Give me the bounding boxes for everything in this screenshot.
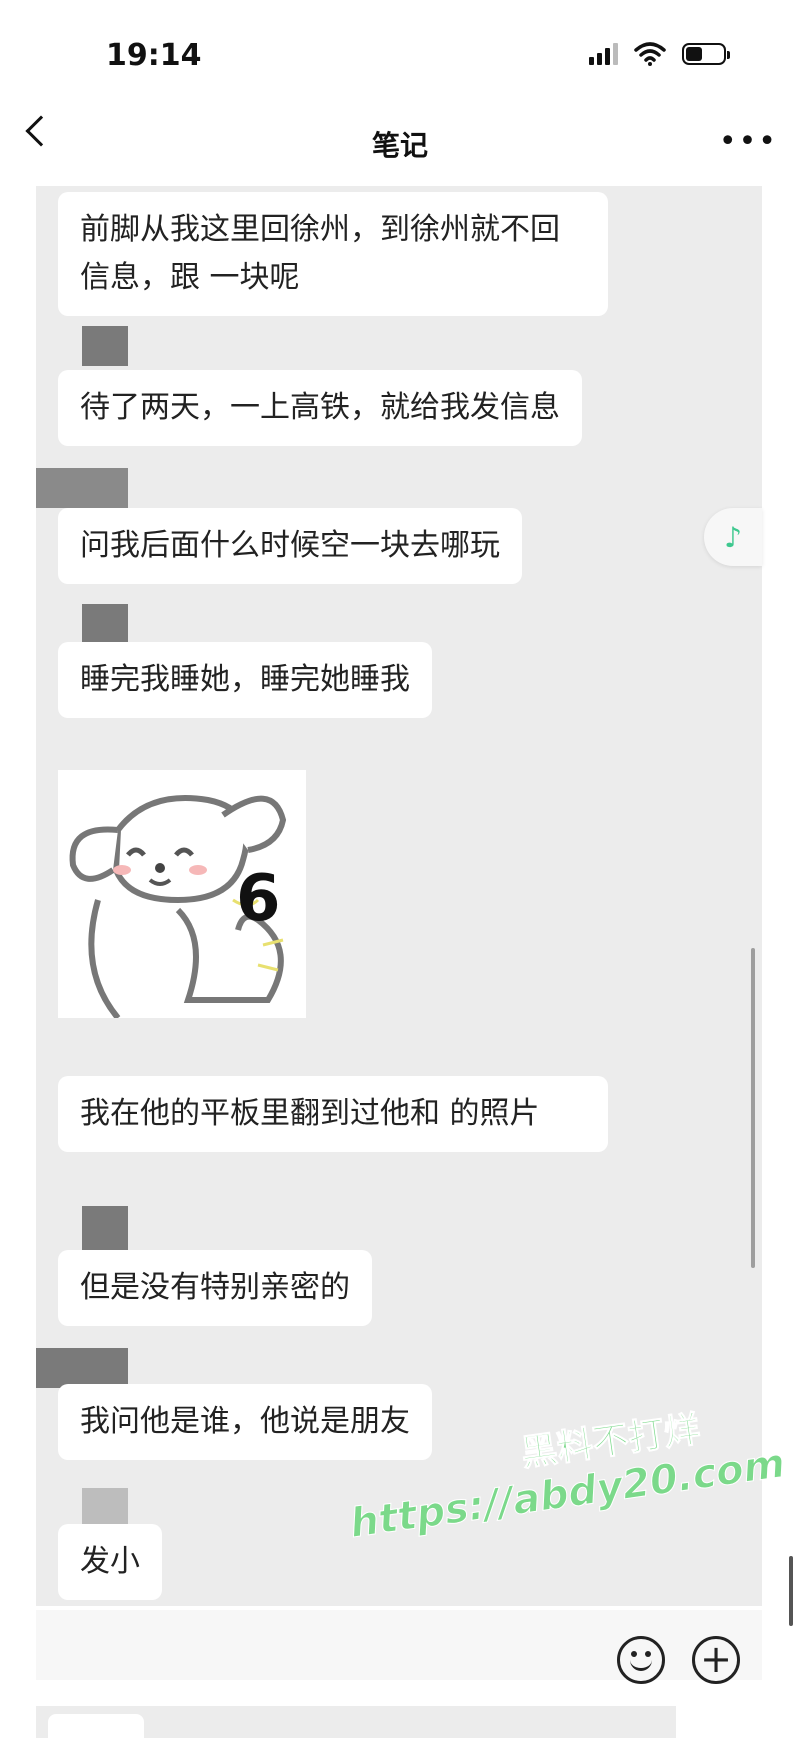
bottom-tab[interactable] — [48, 1714, 144, 1738]
sticker-label: 6 — [236, 862, 281, 936]
avatar — [36, 468, 128, 508]
avatar — [82, 326, 128, 366]
dog-thumbs-up-sticker: 6 — [69, 795, 287, 1020]
status-time: 19:14 — [106, 38, 202, 73]
status-icons — [589, 42, 730, 66]
message-bubble: 前脚从我这里回徐州，到徐州就不回信息，跟 一块呢 — [58, 192, 608, 316]
message-text: 我问他是谁，他说是朋友 — [80, 1404, 410, 1439]
message-text: 待了两天，一上高铁，就给我发信息 — [80, 390, 560, 425]
music-note-icon[interactable]: ♪ — [704, 508, 762, 566]
message-bubble: 发小 — [58, 1524, 162, 1600]
avatar — [36, 1348, 128, 1388]
message-bubble: 待了两天，一上高铁，就给我发信息 — [58, 370, 582, 446]
message-text: 前脚从我这里回徐州，到徐州就不回信息，跟 一块呢 — [80, 212, 560, 295]
scrollbar[interactable] — [751, 948, 755, 1268]
avatar — [82, 1488, 128, 1528]
message-bubble: 问我后面什么时候空一块去哪玩 — [58, 508, 522, 584]
avatar — [82, 604, 128, 644]
message-text: 但是没有特别亲密的 — [80, 1270, 350, 1305]
message-bubble: 我在他的平板里翻到过他和 的照片 — [58, 1076, 608, 1152]
more-options-icon[interactable]: ••• — [719, 124, 778, 159]
sticker-image: 6 — [58, 770, 306, 1020]
message-text: 问我后面什么时候空一块去哪玩 — [80, 528, 500, 563]
plus-icon[interactable]: + — [692, 1636, 740, 1684]
scrollbar[interactable] — [789, 1556, 793, 1626]
message-text: 我在他的平板里翻到过他和 的照片 — [80, 1096, 540, 1131]
message-bubble: 睡完我睡她，睡完她睡我 — [58, 642, 432, 718]
message-text: 发小 — [80, 1544, 140, 1579]
battery-icon — [682, 43, 730, 65]
wifi-icon — [634, 42, 666, 66]
emoji-icon[interactable] — [617, 1636, 665, 1684]
message-bubble: 但是没有特别亲密的 — [58, 1250, 372, 1326]
page-title: 笔记 — [371, 129, 428, 162]
signal-icon — [589, 43, 618, 65]
message-text: 睡完我睡她，睡完她睡我 — [80, 662, 410, 697]
